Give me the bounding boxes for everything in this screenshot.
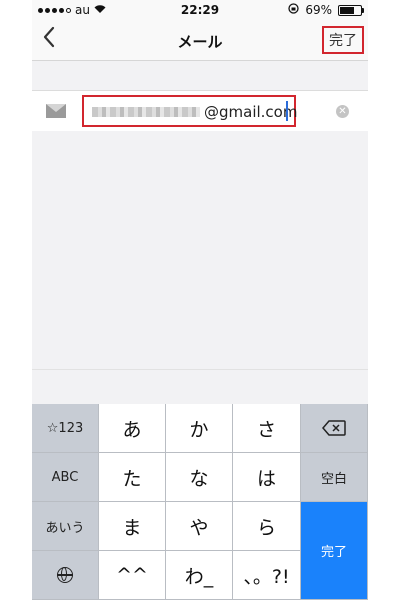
battery-icon bbox=[338, 4, 364, 16]
mail-icon bbox=[46, 104, 66, 118]
page-title: メール bbox=[177, 33, 223, 51]
key-symbols[interactable]: ☆123 bbox=[32, 404, 99, 453]
text-cursor bbox=[286, 101, 288, 121]
email-row: @gmail.com ✕ bbox=[32, 90, 368, 132]
email-input[interactable]: @gmail.com bbox=[82, 95, 298, 127]
key-ra[interactable]: ら bbox=[233, 502, 301, 551]
obscured-email-local-part bbox=[92, 107, 200, 117]
navigation-bar: メール 完了 bbox=[32, 20, 368, 61]
battery-percent: 69% bbox=[305, 3, 332, 17]
key-ha[interactable]: は bbox=[233, 453, 301, 502]
done-button[interactable]: 完了 bbox=[322, 26, 364, 54]
phone-screen: au 22:29 69% メール 完了 @gmail.com ✕ ☆123 あ … bbox=[32, 0, 368, 600]
backspace-key[interactable] bbox=[301, 404, 368, 453]
key-ka[interactable]: か bbox=[166, 404, 233, 453]
divider bbox=[32, 369, 368, 370]
key-dakuten[interactable]: ^^ bbox=[99, 551, 166, 600]
space-key[interactable]: 空白 bbox=[301, 453, 368, 502]
key-abc[interactable]: ABC bbox=[32, 453, 99, 502]
battery-fill bbox=[340, 6, 354, 14]
japanese-kana-keyboard: ☆123 あ か さ ABC た な は 空白 あいう ま や ら 完了 ^^ … bbox=[32, 404, 368, 600]
key-ya[interactable]: や bbox=[166, 502, 233, 551]
keyboard-switch-key[interactable] bbox=[32, 551, 99, 600]
clear-icon[interactable]: ✕ bbox=[336, 105, 349, 118]
key-wa[interactable]: わ_ bbox=[166, 551, 233, 600]
key-hiragana[interactable]: あいう bbox=[32, 502, 99, 551]
key-sa[interactable]: さ bbox=[233, 404, 301, 453]
globe-icon bbox=[57, 567, 73, 583]
key-na[interactable]: な bbox=[166, 453, 233, 502]
key-punctuation[interactable]: 、。?! bbox=[233, 551, 301, 600]
status-bar: au 22:29 69% bbox=[32, 0, 368, 20]
key-ma[interactable]: ま bbox=[99, 502, 166, 551]
key-ta[interactable]: た bbox=[99, 453, 166, 502]
orientation-lock-icon bbox=[288, 3, 299, 17]
email-domain-text: @gmail.com bbox=[204, 103, 298, 121]
content-area bbox=[32, 131, 368, 401]
status-right: 69% bbox=[288, 3, 364, 17]
key-a[interactable]: あ bbox=[99, 404, 166, 453]
section-spacer bbox=[32, 61, 368, 89]
return-done-key[interactable]: 完了 bbox=[301, 502, 368, 600]
backspace-icon bbox=[322, 420, 346, 436]
